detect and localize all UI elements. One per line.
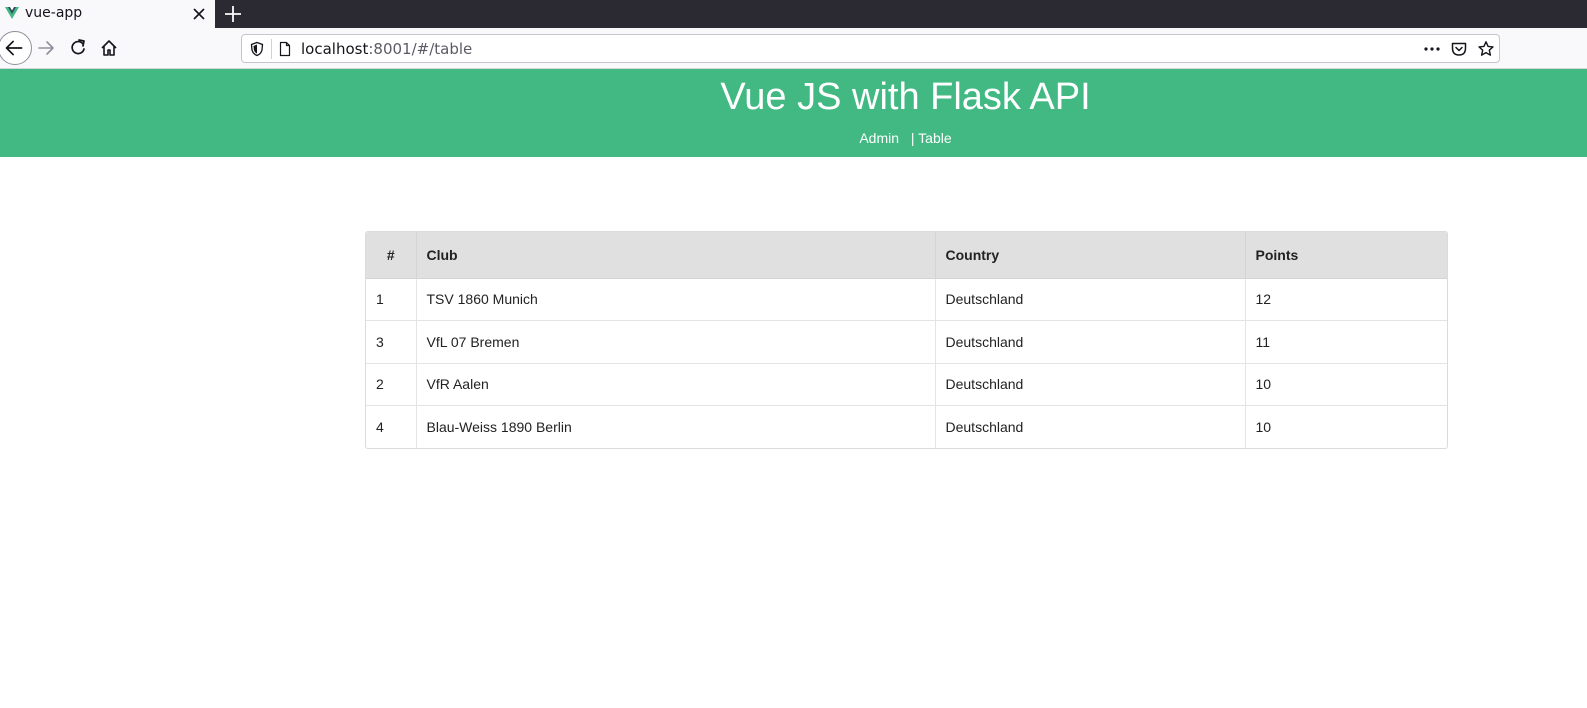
tab-strip: vue-app <box>0 0 1587 28</box>
url-text[interactable]: localhost:8001/#/table <box>301 40 472 58</box>
cell-country: Deutschland <box>935 405 1246 448</box>
close-icon[interactable] <box>190 5 208 23</box>
cell-points: 10 <box>1245 363 1447 406</box>
cell-points: 11 <box>1245 320 1447 364</box>
tab-title: vue-app <box>25 5 83 21</box>
star-icon[interactable] <box>1477 40 1495 58</box>
app-header: Vue JS with Flask API Admin | Table <box>0 69 1587 157</box>
cell-points: 12 <box>1245 278 1447 321</box>
cell-rank: 3 <box>366 320 417 364</box>
browser-tab[interactable]: vue-app <box>0 0 215 28</box>
column-header-rank[interactable]: # <box>366 232 417 279</box>
arrow-left-icon <box>5 40 23 56</box>
table-row[interactable]: 2 VfR Aalen Deutschland 10 <box>366 363 1447 406</box>
cell-rank: 1 <box>366 278 417 321</box>
cell-club: Blau-Weiss 1890 Berlin <box>416 405 936 448</box>
plus-icon[interactable] <box>222 3 244 25</box>
url-separator <box>271 39 272 59</box>
page-title: Vue JS with Flask API <box>720 76 1091 118</box>
table-row[interactable]: 4 Blau-Weiss 1890 Berlin Deutschland 10 <box>366 405 1447 448</box>
url-path: :8001/#/table <box>368 40 473 58</box>
nav-link-admin[interactable]: Admin <box>859 130 899 146</box>
cell-rank: 4 <box>366 405 417 448</box>
reload-icon[interactable] <box>68 38 88 58</box>
cell-points: 10 <box>1255 419 1272 435</box>
cell-country: Deutschland <box>935 278 1246 321</box>
arrow-right-icon[interactable] <box>36 38 56 58</box>
more-icon[interactable] <box>1422 41 1442 57</box>
table-row[interactable]: 1 TSV 1860 Munich Deutschland 12 <box>366 278 1447 321</box>
nav-link-table[interactable]: | Table <box>911 130 952 146</box>
cell-country: Deutschland <box>935 363 1246 406</box>
shield-icon[interactable] <box>249 41 265 57</box>
standings-table: # Club Country Points 1 TSV 1860 Munich … <box>365 231 1448 449</box>
navigation-bar: localhost:8001/#/table <box>0 28 1587 69</box>
cell-club: VfR Aalen <box>416 363 936 406</box>
cell-club: VfL 07 Bremen <box>416 320 936 364</box>
column-header-points[interactable]: Points <box>1245 232 1447 279</box>
back-button[interactable] <box>0 31 32 65</box>
cell-club: TSV 1860 Munich <box>416 278 936 321</box>
home-icon[interactable] <box>99 38 119 58</box>
table-header-row: # Club Country Points <box>366 232 1447 279</box>
vue-logo-icon <box>5 7 19 19</box>
cell-rank: 2 <box>366 363 417 406</box>
page-icon[interactable] <box>277 41 293 57</box>
url-host: localhost <box>301 40 369 58</box>
pocket-icon[interactable] <box>1450 40 1468 58</box>
app-nav: Admin | Table <box>0 130 1587 146</box>
table-row[interactable]: 3 VfL 07 Bremen Deutschland 11 <box>366 320 1447 364</box>
url-bar[interactable]: localhost:8001/#/table <box>241 34 1500 63</box>
column-header-club[interactable]: Club <box>416 232 936 279</box>
column-header-country[interactable]: Country <box>935 232 1246 279</box>
cell-country: Deutschland <box>935 320 1246 364</box>
